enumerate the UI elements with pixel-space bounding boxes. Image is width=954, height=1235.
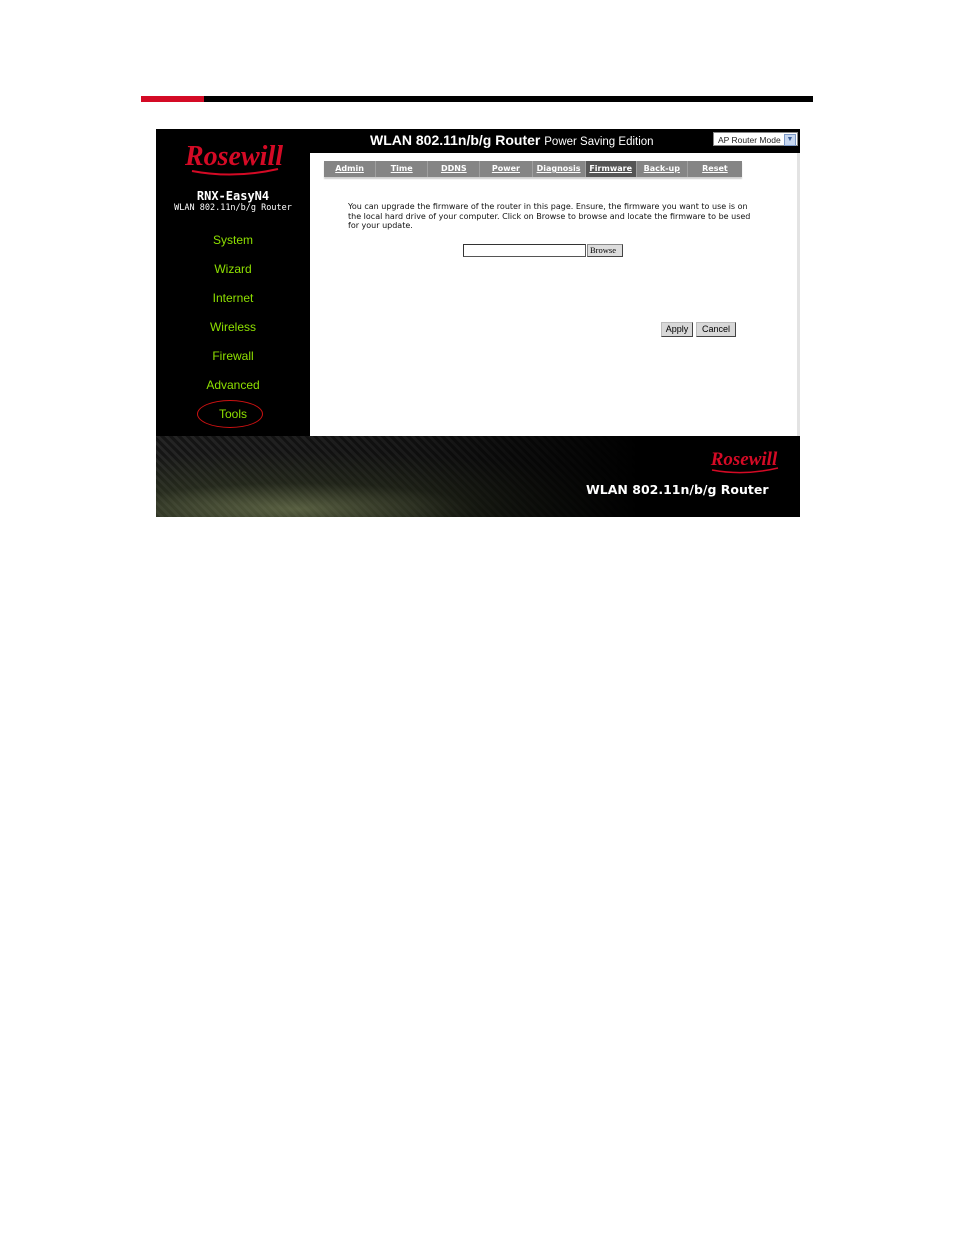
mode-select[interactable]: AP Router Mode ▼ (713, 132, 798, 146)
sidebar-nav: System Wizard Internet Wireless Firewall… (156, 229, 310, 432)
tab-reset[interactable]: Reset (688, 161, 742, 177)
header-title-main: WLAN 802.11n/b/g Router (370, 132, 541, 148)
highlight-oval (196, 400, 263, 428)
mode-select-value: AP Router Mode (718, 135, 781, 145)
footer-title: WLAN 802.11n/b/g Router (586, 482, 769, 497)
sidebar-item-internet[interactable]: Internet (156, 287, 310, 316)
page-header-accent (141, 96, 204, 102)
tab-backup[interactable]: Back-up (637, 161, 688, 177)
router-admin-window: Rosewill RNX-EasyN4 WLAN 802.11n/b/g Rou… (156, 129, 800, 517)
sidebar-item-tools[interactable]: Tools (156, 400, 310, 432)
tab-diagnosis[interactable]: Diagnosis (533, 161, 586, 177)
tab-admin[interactable]: Admin (324, 161, 377, 177)
svg-text:Rosewill: Rosewill (184, 141, 283, 172)
page-header-rule (141, 96, 813, 102)
tab-time[interactable]: Time (376, 161, 429, 177)
footer-rosewill-logo: Rosewill (710, 449, 779, 474)
cancel-button[interactable]: Cancel (696, 322, 736, 337)
firmware-description: You can upgrade the firmware of the rout… (348, 202, 751, 231)
rosewill-logo: Rosewill (184, 141, 283, 176)
sidebar: Rosewill RNX-EasyN4 WLAN 802.11n/b/g Rou… (156, 129, 310, 436)
sidebar-item-wizard[interactable]: Wizard (156, 258, 310, 287)
sidebar-item-system[interactable]: System (156, 229, 310, 258)
sidebar-item-firewall[interactable]: Firewall (156, 345, 310, 374)
sidebar-item-advanced[interactable]: Advanced (156, 374, 310, 403)
tab-ddns[interactable]: DDNS (428, 161, 481, 177)
sidebar-item-wireless[interactable]: Wireless (156, 316, 310, 345)
firmware-file-input[interactable] (463, 244, 586, 257)
apply-button[interactable]: Apply (661, 322, 693, 337)
model-name: RNX-EasyN4 (196, 189, 270, 203)
header-title-sub: Power Saving Edition (544, 136, 654, 148)
tab-power[interactable]: Power (480, 161, 533, 177)
model-subtitle: WLAN 802.11n/b/g Router (174, 203, 292, 213)
header-bar: WLAN 802.11n/b/g Router Power Saving Edi… (310, 129, 800, 153)
tab-bar: Admin Time DDNS Power Diagnosis Firmware… (324, 161, 742, 177)
tools-label-wrap: Tools (196, 400, 263, 428)
header-title: WLAN 802.11n/b/g Router Power Saving Edi… (370, 132, 654, 148)
chevron-down-icon[interactable]: ▼ (784, 134, 796, 146)
svg-text:Rosewill: Rosewill (710, 449, 778, 470)
content-panel: Admin Time DDNS Power Diagnosis Firmware… (310, 153, 800, 436)
browse-button[interactable]: Browse (587, 244, 623, 257)
tab-firmware[interactable]: Firmware (585, 161, 637, 177)
footer-banner: Rosewill WLAN 802.11n/b/g Router (156, 436, 800, 517)
